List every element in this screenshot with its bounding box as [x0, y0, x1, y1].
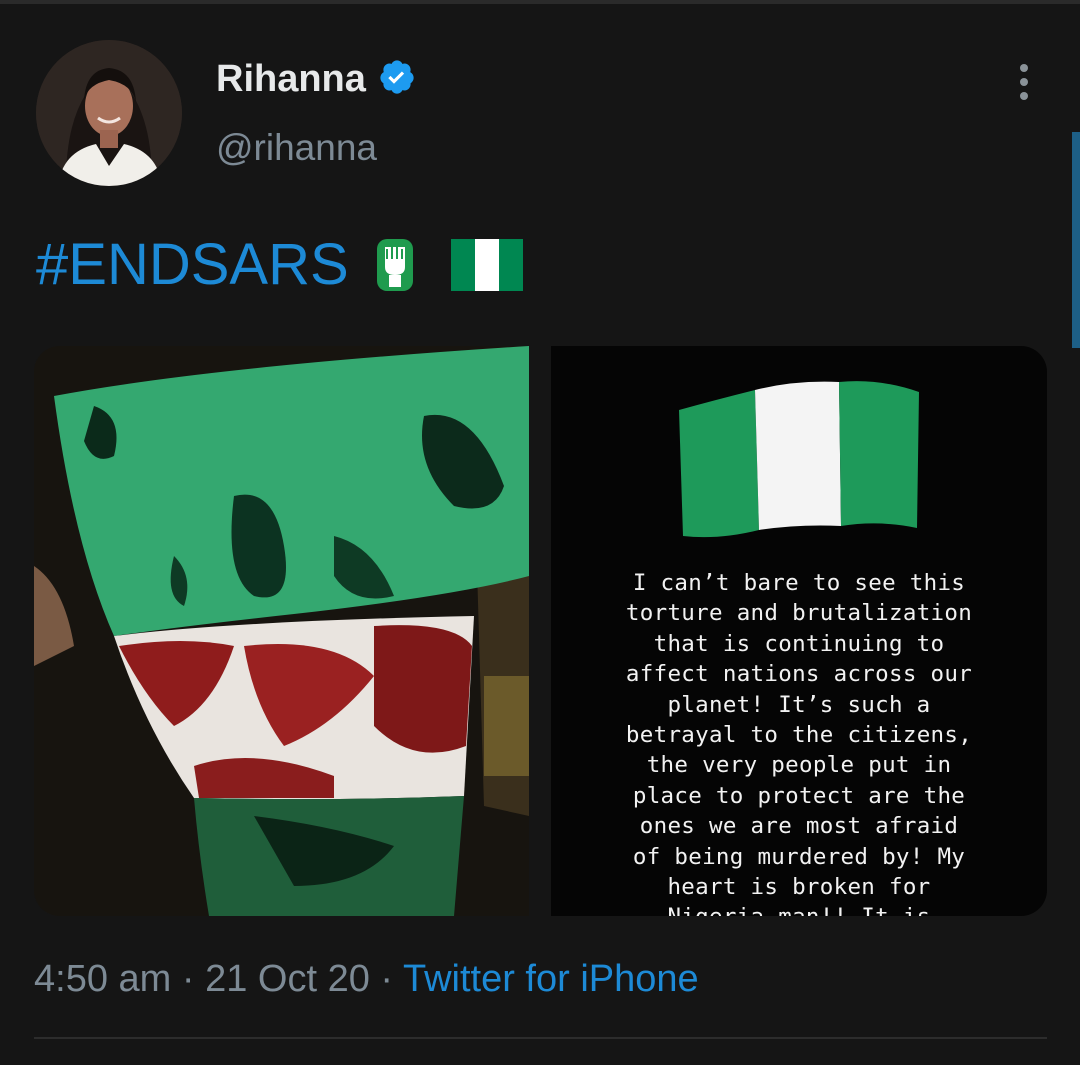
hashtag-link[interactable]: #ENDSARS [36, 232, 349, 298]
avatar[interactable] [36, 40, 182, 186]
caption-line: place to protect are the [632, 782, 966, 809]
nigeria-flag-icon [679, 381, 919, 538]
caption-line: torture and brutalization [625, 600, 973, 627]
caption-line: betrayal to the citizens, [625, 722, 973, 749]
meta-separator: · [171, 958, 206, 1000]
tweet-source-link[interactable]: Twitter for iPhone [403, 958, 699, 1000]
tweet-meta: 4:50 am · 21 Oct 20 · Twitter for iPhone [34, 954, 699, 1004]
tweet-image-2[interactable]: I can’t bare to see this torture and bru… [551, 346, 1047, 916]
tweet-time[interactable]: 4:50 am [34, 958, 171, 1000]
caption-line: Nigeria man!! It is [571, 902, 1027, 916]
author-name[interactable]: Rihanna [216, 56, 366, 102]
author-handle[interactable]: @rihanna [216, 125, 377, 171]
story-caption: I can’t bare to see this torture and bru… [571, 568, 1027, 916]
caption-line: ones we are most afraid [639, 813, 959, 840]
caption-line: I can’t bare to see this [632, 570, 966, 596]
meta-separator: · [369, 958, 403, 1000]
dot [1020, 78, 1028, 86]
divider [34, 1037, 1047, 1039]
top-border [0, 0, 1080, 4]
blood-stained-nigerian-flag-photo-icon [34, 346, 529, 916]
verified-badge-icon [380, 60, 414, 94]
more-vertical-icon[interactable] [1004, 62, 1044, 102]
raised-fist-icon [376, 239, 413, 291]
caption-line: of being murdered by! My [632, 843, 966, 870]
nigeria-flag-icon [450, 239, 523, 291]
dot [1020, 64, 1028, 72]
caption-line: heart is broken for [667, 874, 931, 901]
tweet-text: #ENDSARS [36, 232, 523, 298]
dot [1020, 92, 1028, 100]
scrollbar-thumb[interactable] [1072, 132, 1080, 348]
tweet-date[interactable]: 21 Oct 20 [205, 958, 370, 1000]
caption-line: affect nations across our [625, 661, 973, 688]
caption-line: the very people put in [646, 752, 952, 779]
caption-line: planet! It’s such a [667, 691, 931, 718]
caption-line: that is continuing to [653, 630, 945, 657]
tweet-image-1[interactable] [34, 346, 529, 916]
profile-photo-icon [36, 40, 182, 186]
